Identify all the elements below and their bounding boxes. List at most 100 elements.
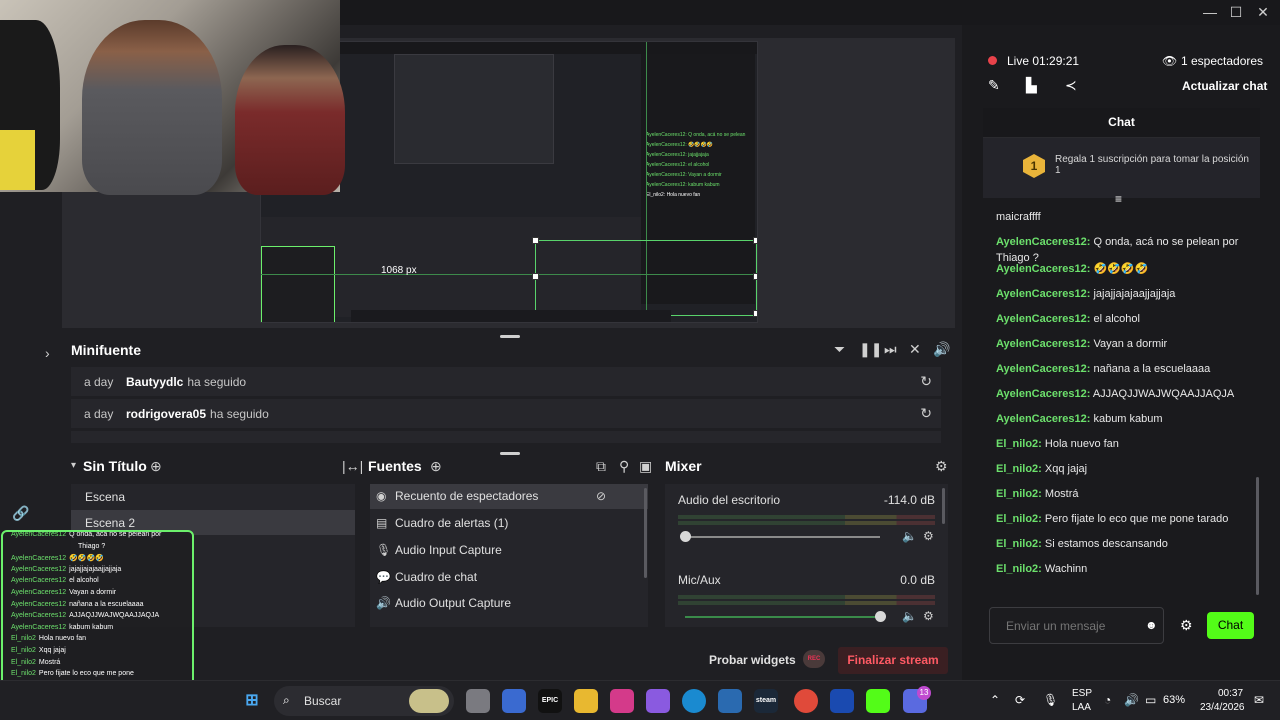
dashboard-icon[interactable]: ▙ [1026, 77, 1037, 94]
dock-resize-grip[interactable] [500, 452, 520, 455]
microphone-icon[interactable]: 🎙 [1043, 693, 1058, 707]
resize-handle[interactable] [753, 237, 757, 244]
source-image-icon[interactable]: ▣ [639, 458, 652, 475]
instagram-icon[interactable] [610, 689, 634, 713]
chat-username[interactable]: El_nilo2: [996, 513, 1042, 525]
chat-scrollbar[interactable] [1256, 477, 1259, 595]
overlay-chat-username: El_nilo2 [11, 647, 36, 654]
gift-sub-banner[interactable]: 1 Regala 1 suscripción para tomar la pos… [983, 138, 1260, 198]
battery-icon[interactable]: ▭ [1145, 693, 1156, 707]
selection-box[interactable] [535, 240, 757, 316]
record-button[interactable]: REC [803, 650, 825, 668]
source-item[interactable]: ▤ Cuadro de alertas (1) [370, 511, 648, 536]
edit-icon[interactable]: ✎ [988, 77, 1000, 94]
skip-icon[interactable]: ⏭ [884, 341, 897, 358]
volume-slider[interactable] [685, 616, 880, 618]
resize-handle[interactable] [753, 273, 757, 280]
chat-username[interactable]: El_nilo2: [996, 463, 1042, 475]
volume-icon[interactable]: 🔊 [933, 341, 950, 358]
chat-username[interactable]: El_nilo2: [996, 538, 1042, 550]
epic-games-icon[interactable]: EPIC [538, 689, 562, 713]
chat-username[interactable]: AyelenCaceres12: [996, 363, 1090, 375]
visibility-toggle-icon[interactable]: ⊘ [596, 489, 606, 503]
source-item[interactable]: 🔊 Audio Output Capture [370, 591, 648, 616]
task-view-icon[interactable] [466, 689, 490, 713]
replay-icon[interactable]: ↻ [920, 373, 932, 390]
chat-settings-icon[interactable]: ⚙ [1180, 617, 1193, 634]
source-window-icon[interactable]: ⧉ [596, 458, 606, 475]
chat-username[interactable]: AyelenCaceres12: [996, 413, 1090, 425]
add-source-icon[interactable]: ⊕ [430, 458, 442, 475]
channel-settings-icon[interactable]: ⚙ [923, 529, 934, 543]
clock-date[interactable]: 23/4/2026 [1200, 702, 1245, 713]
refresh-chat-button[interactable]: Actualizar chat [1182, 79, 1267, 93]
resize-handle[interactable] [753, 310, 757, 317]
windows-start-icon[interactable]: ⊞ [240, 689, 264, 713]
scene-item[interactable]: Escena [71, 484, 355, 509]
resize-handle[interactable] [532, 237, 539, 244]
chevron-up-icon[interactable]: ⌃ [990, 693, 1000, 707]
share-icon[interactable]: ≺ [1065, 77, 1077, 94]
end-stream-button[interactable]: Finalizar stream [838, 647, 948, 674]
sync-icon[interactable]: ⟳ [1015, 693, 1025, 707]
resize-handle[interactable] [532, 273, 539, 280]
mixer-scrollbar[interactable] [942, 488, 945, 524]
maximize-button[interactable]: ☐ [1222, 2, 1250, 22]
volume-icon[interactable]: 🔊 [1124, 693, 1139, 707]
replay-icon[interactable]: ↻ [920, 405, 932, 422]
edge-icon[interactable] [682, 689, 706, 713]
chat-username[interactable]: AyelenCaceres12: [996, 313, 1090, 325]
sources-scrollbar[interactable] [644, 488, 647, 578]
mixer-settings-icon[interactable]: ⚙ [935, 458, 948, 475]
expand-left-icon[interactable]: › [45, 345, 50, 361]
volume-slider[interactable] [685, 536, 880, 538]
filter-icon[interactable]: ⏷ [834, 341, 845, 358]
taskbar-search[interactable]: ⌕ Buscar [274, 686, 454, 716]
message-input[interactable] [990, 608, 1140, 643]
chat-username[interactable]: AyelenCaceres12: [996, 236, 1090, 248]
kick-studio-icon[interactable] [866, 689, 890, 713]
chat-username[interactable]: AyelenCaceres12: [996, 263, 1090, 275]
volume-slider-knob[interactable] [875, 611, 886, 622]
chrome-icon[interactable] [794, 689, 818, 713]
minimize-button[interactable]: — [1196, 2, 1224, 22]
channel-settings-icon[interactable]: ⚙ [923, 609, 934, 623]
copilot-icon[interactable] [646, 689, 670, 713]
notifications-icon[interactable]: ✉ [1254, 693, 1264, 707]
store-icon[interactable] [502, 689, 526, 713]
nested-taskbar [351, 310, 671, 322]
chat-username[interactable]: El_nilo2: [996, 438, 1042, 450]
send-chat-button[interactable]: Chat [1207, 612, 1254, 639]
language-indicator[interactable]: ESP [1072, 688, 1092, 699]
channel-db: 0.0 dB [900, 573, 935, 587]
channel-name: Mic/Aux [678, 573, 721, 587]
steam-icon[interactable]: steam [754, 689, 778, 713]
chat-username[interactable]: AyelenCaceres12: [996, 288, 1090, 300]
chat-username[interactable]: El_nilo2: [996, 488, 1042, 500]
chat-username[interactable]: AyelenCaceres12: [996, 338, 1090, 350]
mute-icon[interactable]: 🔈 [902, 609, 917, 623]
source-item[interactable]: 💬 Cuadro de chat [370, 565, 648, 590]
wifi-icon[interactable]: ◔ [1104, 693, 1111, 707]
source-item[interactable]: 🎙 Audio Input Capture [370, 538, 648, 563]
chat-input-box[interactable]: ☻ [989, 607, 1164, 644]
pause-icon[interactable]: ❚❚ [859, 341, 882, 358]
add-scene-icon[interactable]: ⊕ [150, 458, 162, 475]
clock-time[interactable]: 00:37 [1218, 688, 1243, 699]
collapse-scenes-icon[interactable]: ▾ [71, 460, 76, 471]
source-group-icon[interactable]: ⚲ [619, 458, 629, 475]
file-explorer-icon[interactable] [574, 689, 598, 713]
test-widgets-button[interactable]: Probar widgets [709, 653, 796, 667]
mute-icon[interactable]: 🔈 [902, 529, 917, 543]
source-item-selected[interactable]: ◉ Recuento de espectadores ⊘ [370, 484, 648, 509]
prime-video-icon[interactable] [830, 689, 854, 713]
outlook-icon[interactable] [718, 689, 742, 713]
expand-dock-icon[interactable]: |↔| [342, 458, 363, 474]
mute-alerts-icon[interactable]: ✕ [909, 341, 921, 358]
chat-username[interactable]: El_nilo2: [996, 563, 1042, 575]
volume-slider-knob[interactable] [680, 531, 691, 542]
chat-username[interactable]: AyelenCaceres12: [996, 388, 1090, 400]
emoji-icon[interactable]: ☻ [1145, 618, 1158, 632]
close-button[interactable]: ✕ [1249, 2, 1277, 22]
gift-sub-text: Regala 1 suscripción para tomar la posic… [1055, 154, 1249, 176]
